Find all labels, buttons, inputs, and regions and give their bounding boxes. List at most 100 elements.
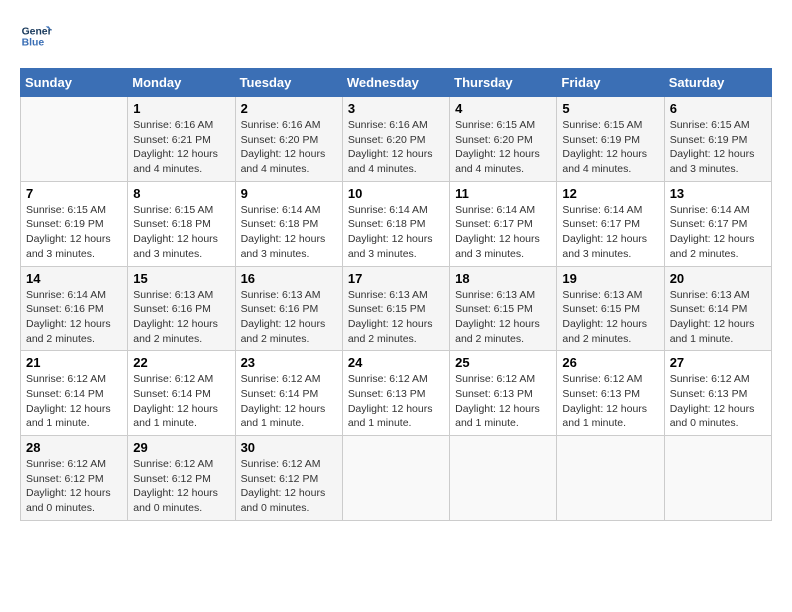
day-info: Sunrise: 6:14 AM Sunset: 6:17 PM Dayligh… (455, 203, 551, 262)
day-number: 27 (670, 355, 766, 370)
day-number: 4 (455, 101, 551, 116)
day-info: Sunrise: 6:13 AM Sunset: 6:14 PM Dayligh… (670, 288, 766, 347)
day-number: 1 (133, 101, 229, 116)
day-number: 21 (26, 355, 122, 370)
day-number: 30 (241, 440, 337, 455)
day-number: 14 (26, 271, 122, 286)
day-number: 7 (26, 186, 122, 201)
day-header-tuesday: Tuesday (235, 69, 342, 97)
day-number: 16 (241, 271, 337, 286)
day-header-wednesday: Wednesday (342, 69, 449, 97)
calendar-week-1: 1 Sunrise: 6:16 AM Sunset: 6:21 PM Daylig… (21, 97, 772, 182)
day-number: 25 (455, 355, 551, 370)
day-info: Sunrise: 6:15 AM Sunset: 6:19 PM Dayligh… (26, 203, 122, 262)
day-number: 17 (348, 271, 444, 286)
day-info: Sunrise: 6:12 AM Sunset: 6:12 PM Dayligh… (133, 457, 229, 516)
day-info: Sunrise: 6:14 AM Sunset: 6:17 PM Dayligh… (670, 203, 766, 262)
day-number: 28 (26, 440, 122, 455)
calendar-cell: 5 Sunrise: 6:15 AM Sunset: 6:19 PM Daylig… (557, 97, 664, 182)
day-number: 2 (241, 101, 337, 116)
calendar-cell: 9Sunrise: 6:14 AM Sunset: 6:18 PM Daylig… (235, 181, 342, 266)
day-info: Sunrise: 6:13 AM Sunset: 6:15 PM Dayligh… (455, 288, 551, 347)
day-info: Sunrise: 6:13 AM Sunset: 6:16 PM Dayligh… (241, 288, 337, 347)
calendar-cell: 25 Sunrise: 6:12 AM Sunset: 6:13 PM Dayli… (450, 351, 557, 436)
calendar-cell: 27 Sunrise: 6:12 AM Sunset: 6:13 PM Dayli… (664, 351, 771, 436)
calendar-cell: 10 Sunrise: 6:14 AM Sunset: 6:18 PM Dayli… (342, 181, 449, 266)
calendar-cell: 7 Sunrise: 6:15 AM Sunset: 6:19 PM Daylig… (21, 181, 128, 266)
day-header-sunday: Sunday (21, 69, 128, 97)
day-info: Sunrise: 6:15 AM Sunset: 6:19 PM Dayligh… (670, 118, 766, 177)
day-header-monday: Monday (128, 69, 235, 97)
day-number: 12 (562, 186, 658, 201)
day-info: Sunrise: 6:12 AM Sunset: 6:12 PM Dayligh… (26, 457, 122, 516)
calendar-cell: 18Sunrise: 6:13 AM Sunset: 6:15 PM Dayli… (450, 266, 557, 351)
calendar-week-3: 14Sunrise: 6:14 AM Sunset: 6:16 PM Dayli… (21, 266, 772, 351)
day-number: 5 (562, 101, 658, 116)
calendar-cell: 23 Sunrise: 6:12 AM Sunset: 6:14 PM Dayli… (235, 351, 342, 436)
calendar-cell: 29 Sunrise: 6:12 AM Sunset: 6:12 PM Dayli… (128, 436, 235, 521)
day-number: 22 (133, 355, 229, 370)
day-number: 8 (133, 186, 229, 201)
day-info: Sunrise: 6:12 AM Sunset: 6:13 PM Dayligh… (670, 372, 766, 431)
calendar-week-2: 7 Sunrise: 6:15 AM Sunset: 6:19 PM Daylig… (21, 181, 772, 266)
day-info: Sunrise: 6:15 AM Sunset: 6:19 PM Dayligh… (562, 118, 658, 177)
calendar-cell: 8 Sunrise: 6:15 AM Sunset: 6:18 PM Daylig… (128, 181, 235, 266)
calendar-cell: 14Sunrise: 6:14 AM Sunset: 6:16 PM Dayli… (21, 266, 128, 351)
day-number: 26 (562, 355, 658, 370)
day-info: Sunrise: 6:12 AM Sunset: 6:13 PM Dayligh… (562, 372, 658, 431)
day-header-friday: Friday (557, 69, 664, 97)
calendar-cell: 11 Sunrise: 6:14 AM Sunset: 6:17 PM Dayli… (450, 181, 557, 266)
logo: General Blue (20, 20, 52, 52)
day-info: Sunrise: 6:16 AM Sunset: 6:21 PM Dayligh… (133, 118, 229, 177)
day-number: 3 (348, 101, 444, 116)
calendar-cell: 4 Sunrise: 6:15 AM Sunset: 6:20 PM Daylig… (450, 97, 557, 182)
day-number: 19 (562, 271, 658, 286)
calendar-cell: 3 Sunrise: 6:16 AM Sunset: 6:20 PM Daylig… (342, 97, 449, 182)
day-info: Sunrise: 6:13 AM Sunset: 6:16 PM Dayligh… (133, 288, 229, 347)
calendar-week-4: 21 Sunrise: 6:12 AM Sunset: 6:14 PM Dayli… (21, 351, 772, 436)
day-number: 11 (455, 186, 551, 201)
calendar-cell: 26 Sunrise: 6:12 AM Sunset: 6:13 PM Dayli… (557, 351, 664, 436)
day-info: Sunrise: 6:15 AM Sunset: 6:18 PM Dayligh… (133, 203, 229, 262)
day-header-saturday: Saturday (664, 69, 771, 97)
day-number: 20 (670, 271, 766, 286)
day-header-thursday: Thursday (450, 69, 557, 97)
day-number: 29 (133, 440, 229, 455)
day-info: Sunrise: 6:14 AM Sunset: 6:18 PM Dayligh… (348, 203, 444, 262)
day-number: 10 (348, 186, 444, 201)
calendar-cell (21, 97, 128, 182)
day-info: Sunrise: 6:16 AM Sunset: 6:20 PM Dayligh… (348, 118, 444, 177)
calendar-cell: 6 Sunrise: 6:15 AM Sunset: 6:19 PM Daylig… (664, 97, 771, 182)
calendar-cell: 30 Sunrise: 6:12 AM Sunset: 6:12 PM Dayli… (235, 436, 342, 521)
day-info: Sunrise: 6:14 AM Sunset: 6:18 PM Dayligh… (241, 203, 337, 262)
calendar-cell: 19 Sunrise: 6:13 AM Sunset: 6:15 PM Dayli… (557, 266, 664, 351)
day-info: Sunrise: 6:12 AM Sunset: 6:12 PM Dayligh… (241, 457, 337, 516)
day-number: 23 (241, 355, 337, 370)
svg-text:General: General (22, 26, 52, 37)
calendar-cell (342, 436, 449, 521)
day-info: Sunrise: 6:13 AM Sunset: 6:15 PM Dayligh… (562, 288, 658, 347)
calendar-cell: 13 Sunrise: 6:14 AM Sunset: 6:17 PM Dayli… (664, 181, 771, 266)
calendar-cell: 12Sunrise: 6:14 AM Sunset: 6:17 PM Dayli… (557, 181, 664, 266)
calendar-cell: 1 Sunrise: 6:16 AM Sunset: 6:21 PM Daylig… (128, 97, 235, 182)
day-info: Sunrise: 6:12 AM Sunset: 6:14 PM Dayligh… (133, 372, 229, 431)
day-number: 15 (133, 271, 229, 286)
page-header: General Blue (20, 20, 772, 52)
calendar-header-row: SundayMondayTuesdayWednesdayThursdayFrid… (21, 69, 772, 97)
day-info: Sunrise: 6:16 AM Sunset: 6:20 PM Dayligh… (241, 118, 337, 177)
day-number: 6 (670, 101, 766, 116)
logo-icon: General Blue (20, 20, 52, 52)
calendar-table: SundayMondayTuesdayWednesdayThursdayFrid… (20, 68, 772, 521)
day-info: Sunrise: 6:12 AM Sunset: 6:14 PM Dayligh… (241, 372, 337, 431)
calendar-week-5: 28 Sunrise: 6:12 AM Sunset: 6:12 PM Dayli… (21, 436, 772, 521)
day-number: 13 (670, 186, 766, 201)
calendar-body: 1 Sunrise: 6:16 AM Sunset: 6:21 PM Daylig… (21, 97, 772, 521)
calendar-cell (557, 436, 664, 521)
day-info: Sunrise: 6:15 AM Sunset: 6:20 PM Dayligh… (455, 118, 551, 177)
calendar-cell (664, 436, 771, 521)
day-info: Sunrise: 6:12 AM Sunset: 6:13 PM Dayligh… (348, 372, 444, 431)
calendar-cell: 20 Sunrise: 6:13 AM Sunset: 6:14 PM Dayli… (664, 266, 771, 351)
day-info: Sunrise: 6:12 AM Sunset: 6:13 PM Dayligh… (455, 372, 551, 431)
calendar-cell: 16 Sunrise: 6:13 AM Sunset: 6:16 PM Dayli… (235, 266, 342, 351)
calendar-cell: 28 Sunrise: 6:12 AM Sunset: 6:12 PM Dayli… (21, 436, 128, 521)
